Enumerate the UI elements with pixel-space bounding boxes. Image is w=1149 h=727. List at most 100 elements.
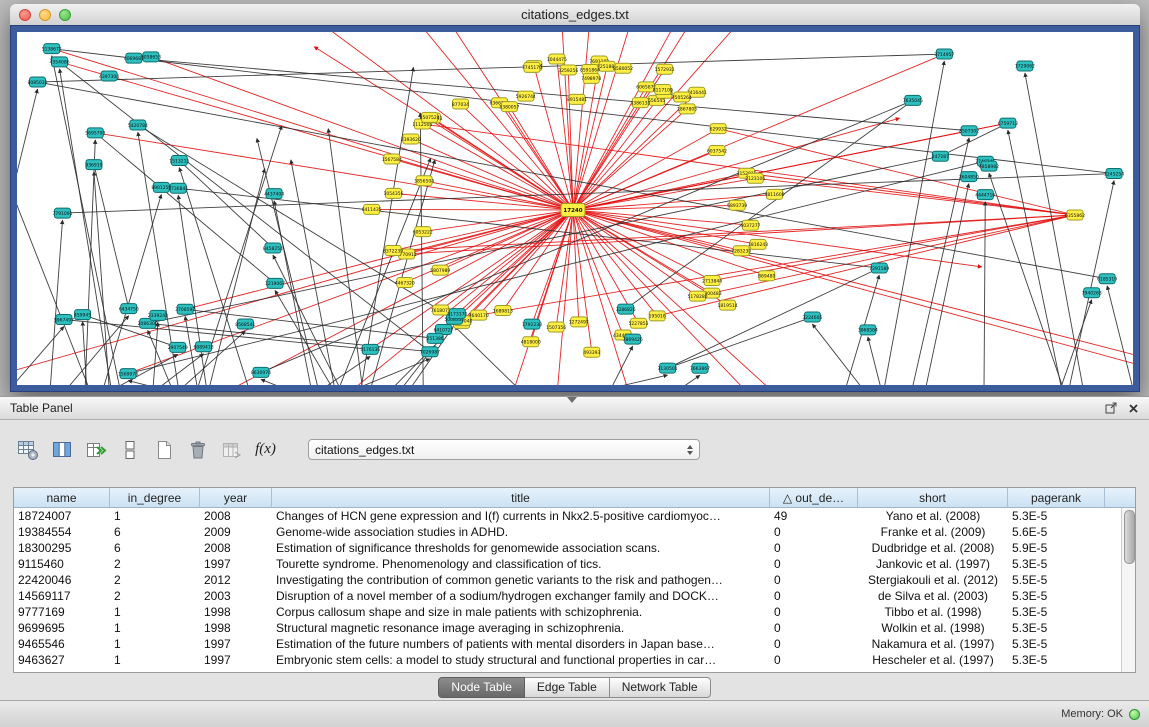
network-node[interactable]: 7283230 bbox=[731, 246, 751, 256]
network-node[interactable]: 7791091 bbox=[52, 208, 72, 218]
network-node[interactable]: 8568541 bbox=[235, 319, 255, 329]
cell-title[interactable]: Investigating the contribution of common… bbox=[272, 573, 770, 587]
create-column-button[interactable] bbox=[82, 437, 109, 462]
cell-pagerank[interactable]: 5.9E-5 bbox=[1008, 541, 1105, 555]
network-node[interactable]: 8580052 bbox=[613, 63, 633, 73]
float-panel-icon[interactable] bbox=[1105, 402, 1118, 414]
cell-name[interactable]: 9465546 bbox=[14, 637, 110, 651]
cell-out_degree[interactable]: 49 bbox=[770, 509, 858, 523]
network-node[interactable]: 2123106 bbox=[745, 173, 765, 183]
network-node[interactable]: 1572931 bbox=[655, 64, 675, 74]
table-row[interactable]: 969969511998Structural magnetic resonanc… bbox=[14, 620, 1121, 636]
network-node[interactable]: 5926744 bbox=[516, 91, 536, 101]
cell-in_degree[interactable]: 2 bbox=[110, 573, 200, 587]
network-node[interactable]: 4354086 bbox=[50, 57, 70, 67]
cell-pagerank[interactable]: 5.3E-5 bbox=[1008, 605, 1105, 619]
cell-in_degree[interactable]: 1 bbox=[110, 653, 200, 667]
cell-title[interactable]: Changes of HCN gene expression and I(f) … bbox=[272, 509, 770, 523]
network-node[interactable]: 6434750 bbox=[119, 304, 139, 314]
cell-pagerank[interactable]: 5.6E-5 bbox=[1008, 525, 1105, 539]
cell-out_degree[interactable]: 0 bbox=[770, 621, 858, 635]
cell-name[interactable]: 19384554 bbox=[14, 525, 110, 539]
network-node[interactable]: 3259256 bbox=[558, 65, 578, 75]
network-node[interactable]: 493393 bbox=[583, 347, 600, 357]
table-row[interactable]: 1938455462009Genome-wide association stu… bbox=[14, 524, 1121, 540]
network-node[interactable]: 6053222 bbox=[413, 227, 433, 237]
network-node[interactable]: 1569978 bbox=[118, 369, 138, 379]
network-node[interactable]: 936919 bbox=[85, 160, 102, 170]
cell-short[interactable]: de Silva et al. (2003) bbox=[858, 589, 1008, 603]
network-node[interactable]: 3507524 bbox=[420, 112, 440, 122]
network-node[interactable]: 4069687 bbox=[124, 53, 144, 63]
cell-title[interactable]: Corpus callosum shape and size in male p… bbox=[272, 605, 770, 619]
table-row[interactable]: 2242004622012Investigating the contribut… bbox=[14, 572, 1121, 588]
close-button[interactable] bbox=[19, 9, 31, 21]
network-node[interactable]: 3286826 bbox=[616, 304, 636, 314]
cell-name[interactable]: 18724007 bbox=[14, 509, 110, 523]
cell-out_degree[interactable]: 0 bbox=[770, 541, 858, 555]
cell-year[interactable]: 2003 bbox=[200, 589, 272, 603]
cell-short[interactable]: Hescheler et al. (1997) bbox=[858, 653, 1008, 667]
table-row[interactable]: 911546021997Tourette syndrome. Phenomeno… bbox=[14, 556, 1121, 572]
network-node[interactable]: 629932 bbox=[710, 124, 727, 134]
cell-year[interactable]: 1997 bbox=[200, 637, 272, 651]
cell-pagerank[interactable]: 5.3E-5 bbox=[1008, 653, 1105, 667]
table-row[interactable]: 1456911722003Disruption of a novel membe… bbox=[14, 588, 1121, 604]
close-panel-icon[interactable] bbox=[1128, 403, 1139, 414]
cell-out_degree[interactable]: 0 bbox=[770, 637, 858, 651]
network-node[interactable]: 5173170 bbox=[447, 309, 467, 319]
network-node[interactable]: 869480 bbox=[758, 271, 775, 281]
cell-in_degree[interactable]: 6 bbox=[110, 541, 200, 555]
cell-in_degree[interactable]: 6 bbox=[110, 525, 200, 539]
network-node[interactable]: 3176136 bbox=[360, 344, 380, 354]
network-node[interactable]: 3714957 bbox=[934, 49, 954, 59]
cell-out_degree[interactable]: 0 bbox=[770, 653, 858, 667]
network-node[interactable]: 7635045 bbox=[903, 95, 923, 105]
network-node[interactable]: 4444716 bbox=[975, 190, 995, 200]
network-node[interactable]: 459945 bbox=[74, 310, 91, 320]
network-node[interactable]: 1044475 bbox=[547, 54, 567, 64]
network-node[interactable]: 2393620 bbox=[401, 134, 421, 144]
network-node[interactable]: 4058653 bbox=[141, 52, 161, 62]
network-node[interactable]: 4437404 bbox=[264, 189, 284, 199]
cell-name[interactable]: 9115460 bbox=[14, 557, 110, 571]
network-node[interactable]: 1567584 bbox=[382, 154, 402, 164]
cell-year[interactable]: 1998 bbox=[200, 621, 272, 635]
cell-pagerank[interactable]: 5.3E-5 bbox=[1008, 637, 1105, 651]
cell-year[interactable]: 1998 bbox=[200, 605, 272, 619]
cell-short[interactable]: Nakamura et al. (1997) bbox=[858, 637, 1008, 651]
network-node[interactable]: 4811600 bbox=[765, 189, 785, 199]
network-node[interactable]: 251386 bbox=[427, 333, 444, 343]
new-row-button[interactable] bbox=[116, 437, 143, 462]
network-node[interactable]: 5227853 bbox=[628, 318, 648, 328]
network-node[interactable]: 7604850 bbox=[959, 172, 979, 182]
import-table-button[interactable] bbox=[218, 437, 245, 462]
network-node[interactable]: 1819514 bbox=[718, 300, 738, 310]
cell-out_degree[interactable]: 0 bbox=[770, 525, 858, 539]
network-node[interactable]: 5893739 bbox=[727, 200, 747, 210]
network-node[interactable]: 3708597 bbox=[175, 304, 195, 314]
cell-short[interactable]: Jankovic et al. (1997) bbox=[858, 557, 1008, 571]
cell-name[interactable]: 14569117 bbox=[14, 589, 110, 603]
network-node[interactable]: 195016 bbox=[649, 311, 666, 321]
cell-in_degree[interactable]: 1 bbox=[110, 605, 200, 619]
network-node[interactable]: 6411435 bbox=[362, 204, 382, 214]
table-selector[interactable]: citations_edges.txt bbox=[308, 439, 700, 460]
column-header-out_degree[interactable]: △ out_de… bbox=[770, 488, 858, 507]
cell-title[interactable]: Tourette syndrome. Phenomenology and cla… bbox=[272, 557, 770, 571]
network-node[interactable]: 3868584 bbox=[858, 325, 878, 335]
network-node[interactable]: 8372239 bbox=[383, 246, 403, 256]
network-node[interactable]: 1513215 bbox=[169, 156, 189, 166]
cell-title[interactable]: Structural magnetic resonance image aver… bbox=[272, 621, 770, 635]
network-node[interactable]: 1507356 bbox=[546, 322, 566, 332]
cell-pagerank[interactable]: 5.5E-5 bbox=[1008, 573, 1105, 587]
network-node[interactable]: 1792238 bbox=[522, 319, 542, 329]
delete-button[interactable] bbox=[184, 437, 211, 462]
cell-short[interactable]: Yano et al. (2008) bbox=[858, 509, 1008, 523]
network-node[interactable]: 7663867 bbox=[690, 363, 710, 373]
network-node[interactable]: 2339243 bbox=[148, 310, 168, 320]
network-node[interactable]: 5380057 bbox=[499, 102, 519, 112]
cell-title[interactable]: Genome-wide association studies in ADHD. bbox=[272, 525, 770, 539]
column-header-name[interactable]: name bbox=[14, 488, 110, 507]
network-node[interactable]: 7869426 bbox=[623, 334, 643, 344]
